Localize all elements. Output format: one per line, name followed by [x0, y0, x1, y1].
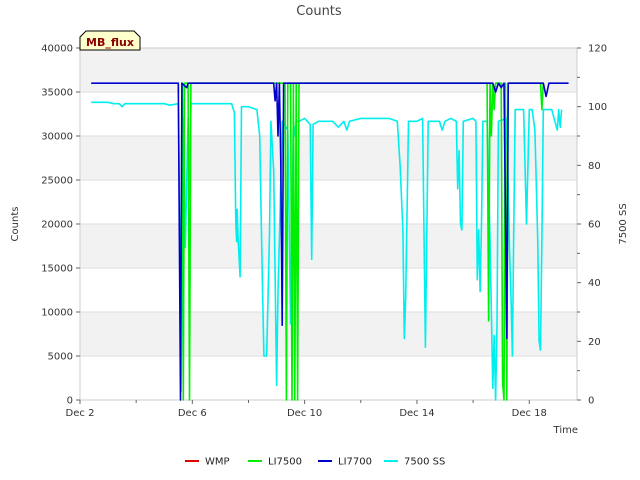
legend-label: LI7500 — [268, 457, 302, 468]
y2-tick-label: 20 — [588, 337, 601, 348]
legend-label: WMP — [205, 457, 230, 468]
y2-tick-label: 80 — [588, 161, 601, 172]
legend-item: WMP — [185, 457, 230, 468]
band — [80, 136, 577, 180]
y-tick-label: 25000 — [41, 176, 73, 187]
x-tick-label: Dec 2 — [66, 408, 95, 419]
y2-tick-label: 100 — [588, 102, 607, 113]
y-axis-left: 0 5000 10000 15000 20000 25000 30000 35000 40000 — [41, 44, 80, 407]
legend-item: 7500 SS — [384, 457, 445, 468]
y2-tick-label: 60 — [588, 220, 601, 231]
y-tick-label: 10000 — [41, 308, 73, 319]
legend-item: LI7700 — [318, 457, 372, 468]
y2-axis-title: 7500 SS — [618, 203, 629, 244]
x-tick-label: Dec 6 — [178, 408, 207, 419]
legend-label: 7500 SS — [404, 457, 445, 468]
badge: MB_flux — [79, 30, 141, 51]
band — [80, 92, 577, 136]
legend: WMP LI7500 LI7700 7500 SS — [185, 457, 445, 468]
x-tick-label: Dec 14 — [399, 408, 434, 419]
x-axis: Dec 2 Dec 6 Dec 10 Dec 14 Dec 18 — [66, 400, 547, 419]
x-tick-label: Dec 10 — [287, 408, 322, 419]
y2-tick-label: 0 — [588, 396, 594, 407]
legend-item: LI7500 — [248, 457, 302, 468]
y-axis-right: 0 20 40 60 80 100 120 — [577, 44, 607, 407]
legend-label: LI7700 — [338, 457, 372, 468]
y-axis-title: Counts — [10, 207, 21, 242]
y2-tick-label: 40 — [588, 278, 601, 289]
x-axis-title: Time — [553, 425, 578, 436]
chart-title: Counts — [296, 4, 342, 19]
y-tick-label: 20000 — [41, 220, 73, 231]
y-tick-label: 30000 — [41, 132, 73, 143]
y-tick-label: 0 — [67, 396, 73, 407]
y-tick-label: 40000 — [41, 44, 73, 55]
y-tick-label: 5000 — [48, 352, 73, 363]
y-tick-label: 35000 — [41, 88, 73, 99]
x-tick-label: Dec 18 — [512, 408, 547, 419]
y-tick-label: 15000 — [41, 264, 73, 275]
y2-tick-label: 120 — [588, 44, 607, 55]
chart: Counts 0 5000 10000 15000 20000 25000 30000 350… — [10, 4, 629, 468]
badge-text: MB_flux — [86, 36, 134, 49]
